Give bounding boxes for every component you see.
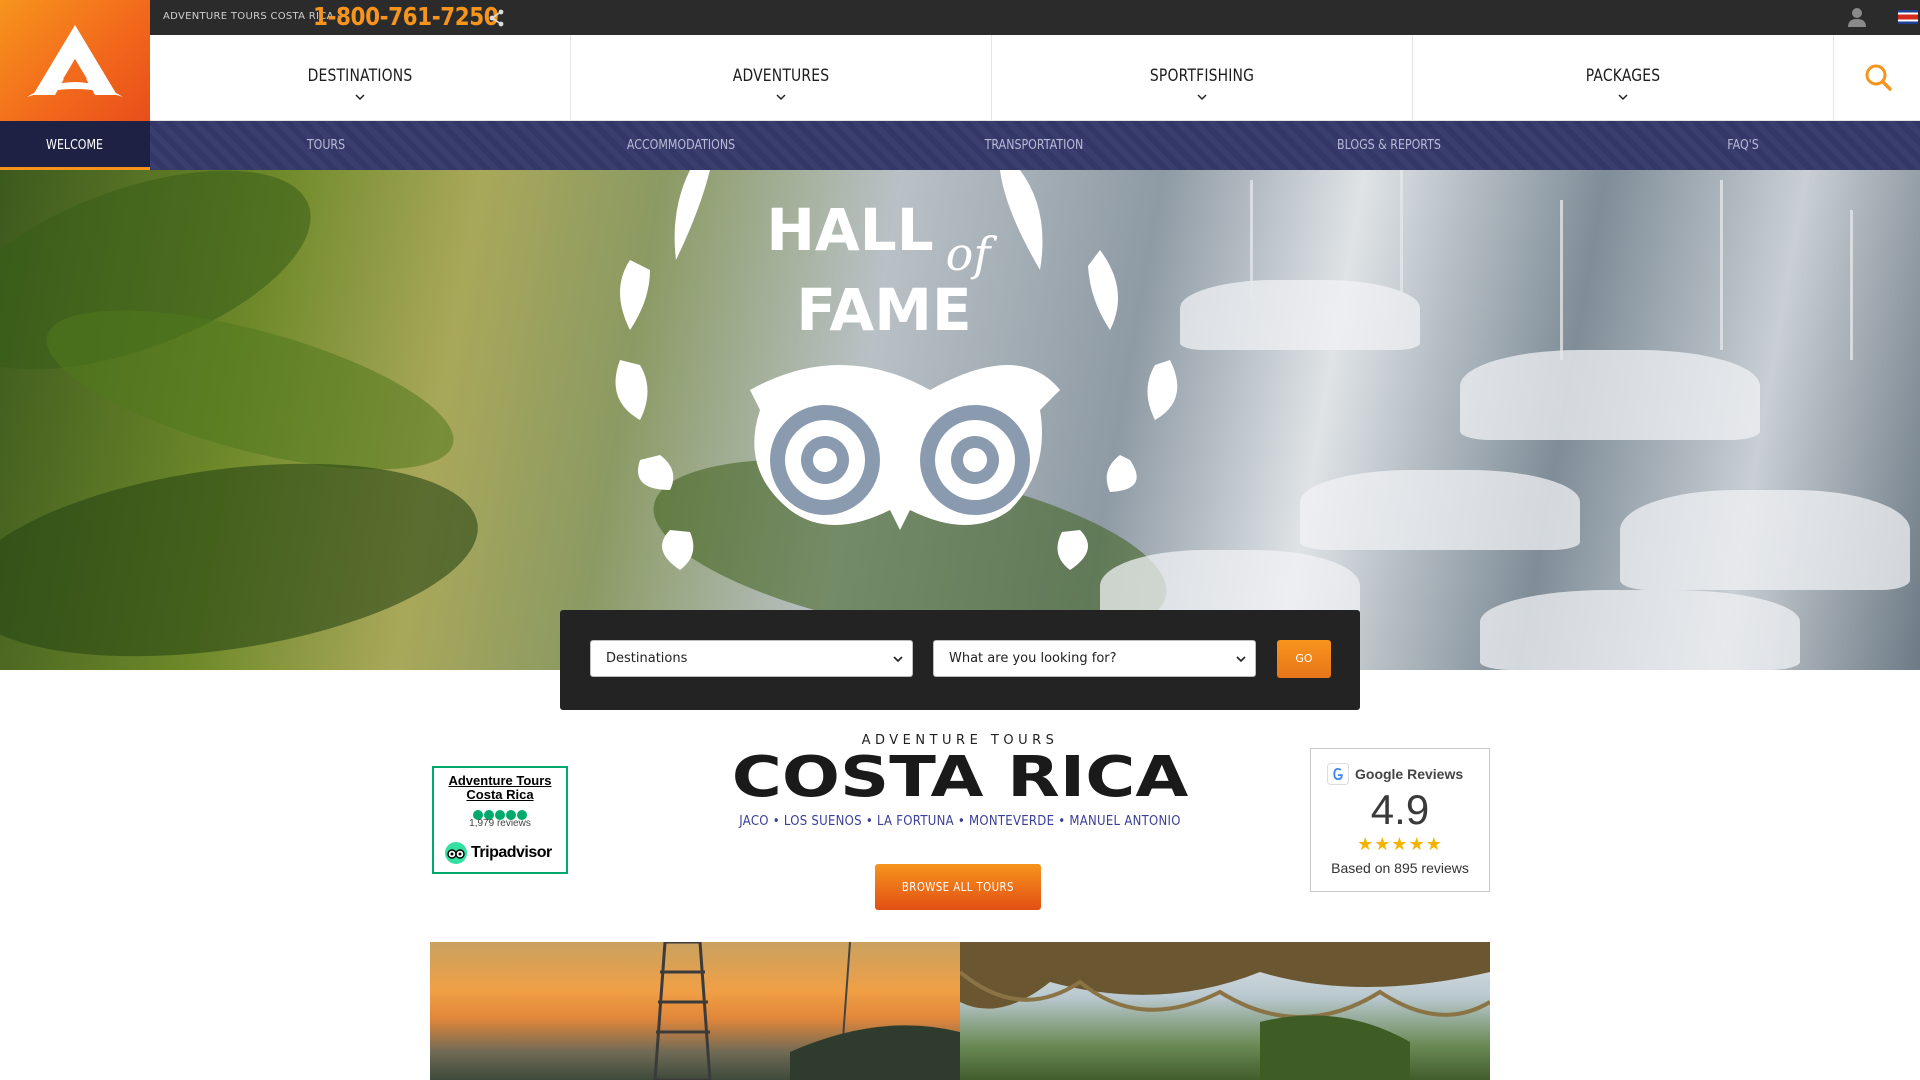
tour-search-panel: Destinations What are you looking for? G…: [560, 610, 1360, 710]
badge-text-fame: FAME: [796, 276, 971, 344]
nav-sportfishing[interactable]: SPORTFISHING: [992, 35, 1413, 121]
hero-mast: [1400, 170, 1403, 350]
subnav-label: WELCOME: [46, 138, 104, 153]
chevron-down-icon: [776, 94, 786, 101]
logo-mark-icon: [27, 25, 123, 97]
nav-label: SPORTFISHING: [1149, 66, 1255, 86]
page-title: COSTA RICA: [731, 745, 1189, 810]
looking-for-select-value: What are you looking for?: [949, 651, 1117, 666]
badge-text-hall: HALL: [766, 196, 933, 264]
chevron-down-icon: [1197, 94, 1207, 101]
hero-banner: HALL of FAME: [0, 170, 1920, 670]
owl-icon: [750, 365, 1060, 530]
chevron-down-icon: [1618, 94, 1628, 101]
palapa-roof-image: [960, 942, 1490, 1080]
hero-boat: [1180, 280, 1420, 350]
google-score: 4.9: [1370, 786, 1430, 833]
hero-boat: [1620, 490, 1910, 590]
tripadvisor-brand: Tripadvisor: [471, 844, 552, 861]
badge-text-of: of: [946, 227, 998, 281]
looking-for-select[interactable]: What are you looking for?: [933, 640, 1256, 677]
tripadvisor-business-name[interactable]: Adventure Tours Costa Rica: [434, 774, 566, 802]
google-reviews-widget[interactable]: Google Reviews 4.9 ★★★★★ Based on 895 re…: [1310, 748, 1490, 892]
site-logo[interactable]: [0, 0, 150, 121]
jungle-photo[interactable]: [960, 942, 1490, 1080]
hero-mast: [1250, 180, 1253, 300]
google-reviews-header: Google Reviews: [1327, 763, 1463, 785]
nav-label: ADVENTURES: [732, 66, 830, 86]
hero-foliage: [0, 434, 490, 670]
top-bar: ADVENTURE TOURS COSTA RICA - 1-800-761-7…: [150, 0, 1920, 35]
hero-mast: [1850, 210, 1853, 360]
nav-packages[interactable]: PACKAGES: [1413, 35, 1834, 121]
chevron-down-icon: [1236, 656, 1246, 663]
hero-mast: [1560, 200, 1563, 360]
flag-icon[interactable]: [1898, 10, 1918, 24]
tripadvisor-rating-dots: [434, 807, 566, 820]
chevron-down-icon: [355, 94, 365, 101]
subnav-tours[interactable]: TOURS: [216, 121, 437, 170]
nav-label: DESTINATIONS: [307, 66, 413, 86]
google-reviews-label: Google Reviews: [1355, 766, 1464, 782]
destinations-list: JACO • LOS SUENOS • LA FORTUNA • MONTEVE…: [739, 814, 1181, 829]
subnav-accommodations[interactable]: ACCOMMODATIONS: [571, 121, 792, 170]
google-based-on: Based on 895 reviews: [1331, 860, 1469, 876]
hero-boat: [1480, 590, 1800, 670]
share-icon[interactable]: [487, 8, 507, 28]
hero-boat: [1460, 350, 1760, 440]
nav-destinations[interactable]: DESTINATIONS: [150, 35, 571, 121]
google-stars: ★★★★★: [1357, 834, 1443, 854]
search-button[interactable]: [1834, 35, 1920, 121]
main-nav: DESTINATIONS ADVENTURES SPORTFISHING PAC…: [150, 35, 1920, 121]
go-button[interactable]: GO: [1277, 640, 1331, 678]
tripadvisor-widget[interactable]: Adventure Tours Costa Rica 1,979 reviews…: [432, 766, 568, 874]
nav-label: PACKAGES: [1585, 66, 1661, 86]
google-icon: [1327, 763, 1349, 785]
tripadvisor-reviews-count: 1,979 reviews: [469, 818, 531, 829]
search-icon: [1865, 64, 1892, 91]
sportfishing-photo[interactable]: [430, 942, 960, 1080]
sub-nav: WELCOME TOURS ACCOMMODATIONS TRANSPORTAT…: [0, 121, 1920, 170]
hero-boat: [1300, 470, 1580, 550]
subnav-blogs-reports[interactable]: BLOGS & REPORTS: [1279, 121, 1500, 170]
nav-adventures[interactable]: ADVENTURES: [571, 35, 992, 121]
tripadvisor-logo: Tripadvisor: [444, 841, 552, 865]
hero-mast: [1720, 180, 1723, 350]
phone-link[interactable]: 1-800-761-7250: [313, 2, 499, 31]
user-icon[interactable]: [1846, 7, 1868, 27]
hall-of-fame-badge: HALL of FAME: [615, 170, 1178, 570]
browse-all-tours-label: BROWSE ALL TOURS: [901, 880, 1015, 894]
boat-tower-image: [653, 942, 960, 1080]
destinations-select-value: Destinations: [606, 651, 688, 666]
tripadvisor-owl-icon: [445, 842, 467, 864]
subnav-welcome[interactable]: WELCOME: [0, 121, 150, 170]
subnav-transportation[interactable]: TRANSPORTATION: [924, 121, 1145, 170]
browse-all-tours-button[interactable]: BROWSE ALL TOURS: [875, 864, 1041, 910]
subnav-faqs[interactable]: FAQ'S: [1633, 121, 1854, 170]
chevron-down-icon: [893, 656, 903, 663]
destinations-select[interactable]: Destinations: [590, 640, 913, 677]
